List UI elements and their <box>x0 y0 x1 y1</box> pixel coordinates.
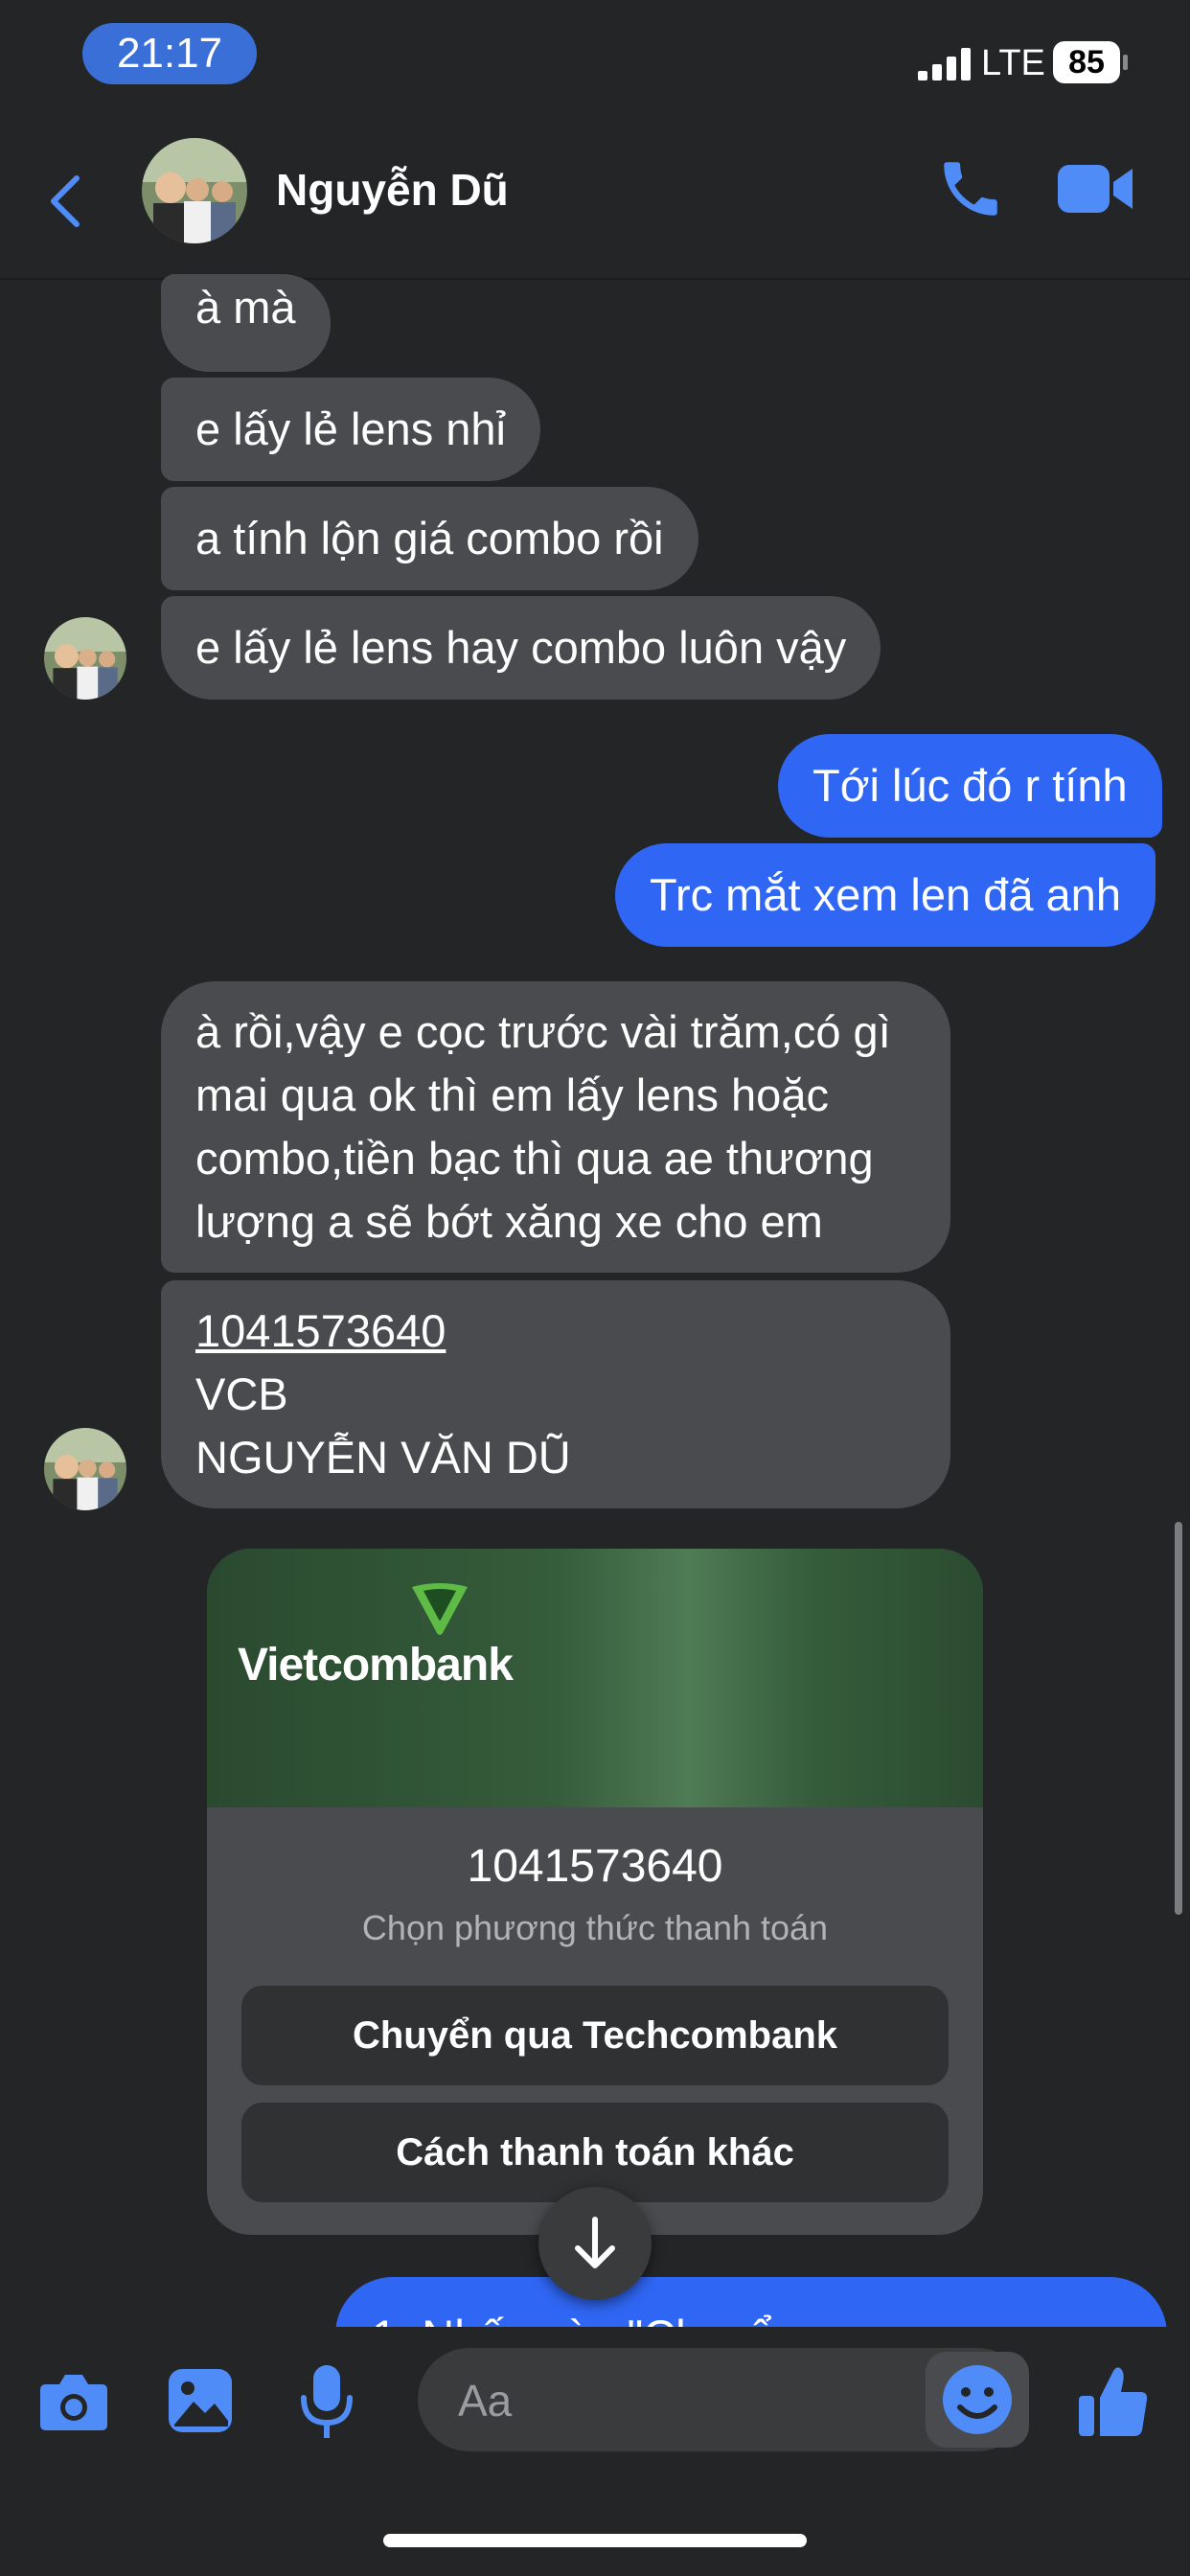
battery-level: 85 <box>1068 44 1105 80</box>
network-type: LTE <box>981 43 1045 83</box>
message-input[interactable] <box>456 2348 862 2453</box>
thumbs-up-icon[interactable] <box>1077 2363 1150 2438</box>
bank-account-number: 1041573640 <box>467 1841 723 1892</box>
transfer-techcombank-button[interactable]: Chuyển qua Techcombank <box>241 1986 949 2085</box>
vietcombank-logo-icon <box>412 1583 468 1635</box>
message-bubble-incoming[interactable]: à rồi,vậy e cọc trước vài trăm,có gì mai… <box>161 981 950 1273</box>
message-bubble-outgoing[interactable]: Trc mắt xem len đã anh <box>615 843 1156 947</box>
message-text: a tính lộn giá combo rồi <box>195 513 664 564</box>
message-text: e lấy lẻ lens nhỉ <box>195 403 506 454</box>
microphone-icon[interactable] <box>299 2363 355 2440</box>
battery-icon: 85 <box>1052 40 1129 84</box>
emoji-button[interactable] <box>926 2352 1029 2448</box>
account-number-link[interactable]: 1041573640 <box>195 1300 916 1363</box>
message-bubble-incoming[interactable]: à mà <box>161 274 331 372</box>
message-text: Tới lúc đó r tính <box>812 760 1128 811</box>
message-line: lượng a sẽ bớt xăng xe cho em <box>195 1196 823 1247</box>
smiley-icon <box>943 2365 1012 2434</box>
message-text: à mà <box>195 282 296 333</box>
message-line: NGUYỄN VĂN DŨ <box>195 1432 571 1483</box>
signal-icon <box>918 48 971 80</box>
status-time: 21:17 <box>82 23 257 84</box>
contact-name[interactable]: Nguyễn Dũ <box>276 163 509 217</box>
bank-card-banner: Vietcombank <box>207 1549 983 1807</box>
message-line: mai qua ok thì em lấy lens hoặc <box>195 1070 829 1120</box>
message-text: Trc mắt xem len đã anh <box>650 869 1121 920</box>
message-bubble-incoming[interactable]: 1041573640 VCB NGUYỄN VĂN DŨ <box>161 1280 950 1508</box>
contact-avatar[interactable] <box>142 138 247 243</box>
sender-avatar[interactable] <box>44 1428 126 1510</box>
message-bubble-incoming[interactable]: a tính lộn giá combo rồi <box>161 487 698 590</box>
message-line: à rồi,vậy e cọc trước vài trăm,có gì <box>195 1006 891 1057</box>
gallery-icon[interactable] <box>167 2367 234 2434</box>
sender-avatar[interactable] <box>44 617 126 700</box>
arrow-down-icon <box>575 2217 615 2268</box>
message-line: VCB <box>195 1368 288 1419</box>
message-bubble-incoming[interactable]: e lấy lẻ lens hay combo luôn vậy <box>161 596 881 700</box>
message-bubble-incoming[interactable]: e lấy lẻ lens nhỉ <box>161 378 540 481</box>
message-text: e lấy lẻ lens hay combo luôn vậy <box>195 622 847 673</box>
bank-name-logo: Vietcombank <box>238 1640 514 1690</box>
scrollbar[interactable] <box>1175 1522 1182 1915</box>
message-bubble-outgoing[interactable]: Tới lúc đó r tính <box>778 734 1162 838</box>
video-call-icon[interactable] <box>1058 159 1134 218</box>
phone-call-icon[interactable] <box>935 153 1006 224</box>
camera-icon[interactable] <box>38 2371 109 2432</box>
message-line: combo,tiền bạc thì qua ae thương <box>195 1133 874 1184</box>
scroll-to-bottom-button[interactable] <box>538 2187 652 2300</box>
back-arrow-icon[interactable] <box>48 174 80 228</box>
payment-method-prompt: Chọn phương thức thanh toán <box>361 1908 829 1947</box>
home-indicator <box>383 2534 807 2547</box>
